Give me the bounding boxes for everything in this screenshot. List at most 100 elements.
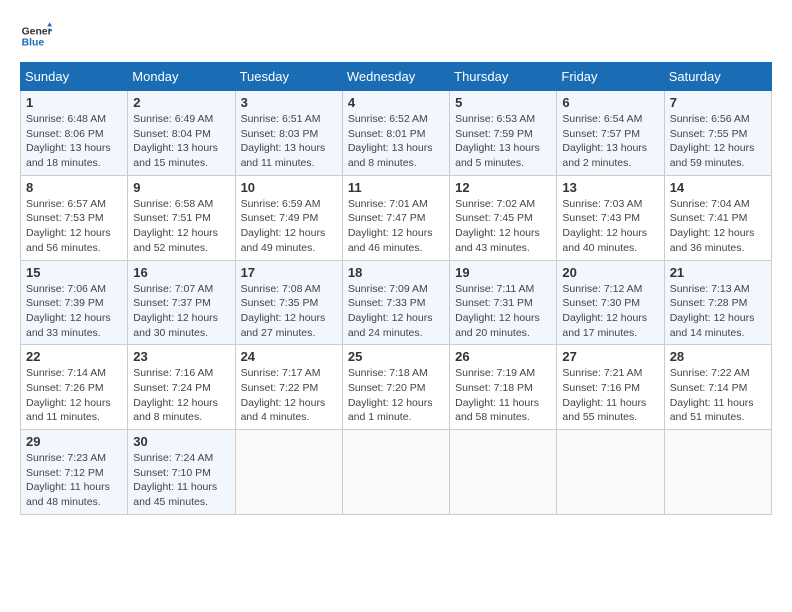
calendar-cell: 8 Sunrise: 6:57 AMSunset: 7:53 PMDaylight… — [21, 175, 128, 260]
day-number: 23 — [133, 349, 229, 364]
calendar-cell: 11Sunrise: 7:01 AMSunset: 7:47 PMDayligh… — [342, 175, 449, 260]
calendar-cell — [664, 430, 771, 515]
day-detail: Sunrise: 6:49 AMSunset: 8:04 PMDaylight:… — [133, 112, 229, 171]
calendar-cell: 7Sunrise: 6:56 AMSunset: 7:55 PMDaylight… — [664, 91, 771, 176]
calendar-cell: 6Sunrise: 6:54 AMSunset: 7:57 PMDaylight… — [557, 91, 664, 176]
calendar-cell: 29 Sunrise: 7:23 AMSunset: 7:12 PMDayligh… — [21, 430, 128, 515]
calendar-cell — [235, 430, 342, 515]
calendar-cell: 20 Sunrise: 7:12 AMSunset: 7:30 PMDayligh… — [557, 260, 664, 345]
day-number: 10 — [241, 180, 337, 195]
calendar-cell: 22 Sunrise: 7:14 AMSunset: 7:26 PMDayligh… — [21, 345, 128, 430]
day-number: 18 — [348, 265, 444, 280]
day-detail: Sunrise: 7:12 AMSunset: 7:30 PMDaylight:… — [562, 282, 658, 341]
day-number: 25 — [348, 349, 444, 364]
day-detail: Sunrise: 7:19 AMSunset: 7:18 PMDaylight:… — [455, 366, 551, 425]
calendar-cell: 15 Sunrise: 7:06 AMSunset: 7:39 PMDayligh… — [21, 260, 128, 345]
calendar-cell: 17Sunrise: 7:08 AMSunset: 7:35 PMDayligh… — [235, 260, 342, 345]
day-detail: Sunrise: 6:58 AMSunset: 7:51 PMDaylight:… — [133, 197, 229, 256]
col-header-tuesday: Tuesday — [235, 63, 342, 91]
calendar-cell: 10 Sunrise: 6:59 AMSunset: 7:49 PMDayligh… — [235, 175, 342, 260]
day-detail: Sunrise: 7:09 AMSunset: 7:33 PMDaylight:… — [348, 282, 444, 341]
svg-text:Blue: Blue — [22, 38, 45, 49]
week-row: 8 Sunrise: 6:57 AMSunset: 7:53 PMDaylight… — [21, 175, 772, 260]
day-number: 28 — [670, 349, 766, 364]
week-row: 29 Sunrise: 7:23 AMSunset: 7:12 PMDayligh… — [21, 430, 772, 515]
calendar-cell: 18 Sunrise: 7:09 AMSunset: 7:33 PMDayligh… — [342, 260, 449, 345]
day-number: 22 — [26, 349, 122, 364]
day-number: 20 — [562, 265, 658, 280]
calendar-cell: 14 Sunrise: 7:04 AMSunset: 7:41 PMDayligh… — [664, 175, 771, 260]
day-number: 2 — [133, 95, 229, 110]
page-header: General Blue — [20, 20, 772, 52]
day-detail: Sunrise: 7:14 AMSunset: 7:26 PMDaylight:… — [26, 366, 122, 425]
day-detail: Sunrise: 7:18 AMSunset: 7:20 PMDaylight:… — [348, 366, 444, 425]
calendar-cell: 23 Sunrise: 7:16 AMSunset: 7:24 PMDayligh… — [128, 345, 235, 430]
day-number: 14 — [670, 180, 766, 195]
day-detail: Sunrise: 6:53 AMSunset: 7:59 PMDaylight:… — [455, 112, 551, 171]
calendar-cell: 19 Sunrise: 7:11 AMSunset: 7:31 PMDayligh… — [450, 260, 557, 345]
calendar-cell — [450, 430, 557, 515]
calendar-cell — [557, 430, 664, 515]
day-detail: Sunrise: 7:22 AMSunset: 7:14 PMDaylight:… — [670, 366, 766, 425]
calendar-cell: 16 Sunrise: 7:07 AMSunset: 7:37 PMDayligh… — [128, 260, 235, 345]
svg-text:General: General — [22, 26, 52, 37]
day-detail: Sunrise: 7:02 AMSunset: 7:45 PMDaylight:… — [455, 197, 551, 256]
calendar-cell: 30Sunrise: 7:24 AMSunset: 7:10 PMDayligh… — [128, 430, 235, 515]
day-number: 11 — [348, 180, 444, 195]
col-header-thursday: Thursday — [450, 63, 557, 91]
day-detail: Sunrise: 7:07 AMSunset: 7:37 PMDaylight:… — [133, 282, 229, 341]
calendar-cell: 1Sunrise: 6:48 AMSunset: 8:06 PMDaylight… — [21, 91, 128, 176]
day-detail: Sunrise: 7:23 AMSunset: 7:12 PMDaylight:… — [26, 451, 122, 510]
day-detail: Sunrise: 7:08 AMSunset: 7:35 PMDaylight:… — [241, 282, 337, 341]
day-number: 12 — [455, 180, 551, 195]
day-number: 6 — [562, 95, 658, 110]
day-number: 8 — [26, 180, 122, 195]
calendar-cell: 28 Sunrise: 7:22 AMSunset: 7:14 PMDayligh… — [664, 345, 771, 430]
day-number: 27 — [562, 349, 658, 364]
calendar-cell: 21 Sunrise: 7:13 AMSunset: 7:28 PMDayligh… — [664, 260, 771, 345]
calendar-cell — [342, 430, 449, 515]
calendar-cell: 5 Sunrise: 6:53 AMSunset: 7:59 PMDaylight… — [450, 91, 557, 176]
calendar-cell: 26 Sunrise: 7:19 AMSunset: 7:18 PMDayligh… — [450, 345, 557, 430]
day-detail: Sunrise: 6:57 AMSunset: 7:53 PMDaylight:… — [26, 197, 122, 256]
calendar-cell: 9 Sunrise: 6:58 AMSunset: 7:51 PMDaylight… — [128, 175, 235, 260]
calendar-cell: 2 Sunrise: 6:49 AMSunset: 8:04 PMDaylight… — [128, 91, 235, 176]
day-detail: Sunrise: 7:16 AMSunset: 7:24 PMDaylight:… — [133, 366, 229, 425]
day-number: 7 — [670, 95, 766, 110]
day-detail: Sunrise: 7:24 AMSunset: 7:10 PMDaylight:… — [133, 451, 229, 510]
col-header-wednesday: Wednesday — [342, 63, 449, 91]
day-detail: Sunrise: 7:06 AMSunset: 7:39 PMDaylight:… — [26, 282, 122, 341]
day-detail: Sunrise: 7:11 AMSunset: 7:31 PMDaylight:… — [455, 282, 551, 341]
day-detail: Sunrise: 6:59 AMSunset: 7:49 PMDaylight:… — [241, 197, 337, 256]
day-detail: Sunrise: 7:04 AMSunset: 7:41 PMDaylight:… — [670, 197, 766, 256]
day-number: 13 — [562, 180, 658, 195]
calendar-cell: 13 Sunrise: 7:03 AMSunset: 7:43 PMDayligh… — [557, 175, 664, 260]
day-number: 9 — [133, 180, 229, 195]
day-detail: Sunrise: 7:17 AMSunset: 7:22 PMDaylight:… — [241, 366, 337, 425]
col-header-saturday: Saturday — [664, 63, 771, 91]
day-number: 15 — [26, 265, 122, 280]
calendar-cell: 12 Sunrise: 7:02 AMSunset: 7:45 PMDayligh… — [450, 175, 557, 260]
logo-icon: General Blue — [20, 20, 52, 52]
day-detail: Sunrise: 7:13 AMSunset: 7:28 PMDaylight:… — [670, 282, 766, 341]
day-number: 5 — [455, 95, 551, 110]
day-number: 16 — [133, 265, 229, 280]
col-header-friday: Friday — [557, 63, 664, 91]
calendar-cell: 25 Sunrise: 7:18 AMSunset: 7:20 PMDayligh… — [342, 345, 449, 430]
day-number: 3 — [241, 95, 337, 110]
day-number: 21 — [670, 265, 766, 280]
calendar-cell: 4 Sunrise: 6:52 AMSunset: 8:01 PMDaylight… — [342, 91, 449, 176]
week-row: 22 Sunrise: 7:14 AMSunset: 7:26 PMDayligh… — [21, 345, 772, 430]
day-detail: Sunrise: 7:03 AMSunset: 7:43 PMDaylight:… — [562, 197, 658, 256]
logo: General Blue — [20, 20, 52, 52]
day-detail: Sunrise: 6:51 AMSunset: 8:03 PMDaylight:… — [241, 112, 337, 171]
day-detail: Sunrise: 7:21 AMSunset: 7:16 PMDaylight:… — [562, 366, 658, 425]
day-number: 4 — [348, 95, 444, 110]
day-number: 29 — [26, 434, 122, 449]
week-row: 1Sunrise: 6:48 AMSunset: 8:06 PMDaylight… — [21, 91, 772, 176]
week-row: 15 Sunrise: 7:06 AMSunset: 7:39 PMDayligh… — [21, 260, 772, 345]
day-number: 19 — [455, 265, 551, 280]
day-number: 26 — [455, 349, 551, 364]
day-detail: Sunrise: 6:52 AMSunset: 8:01 PMDaylight:… — [348, 112, 444, 171]
day-number: 1 — [26, 95, 122, 110]
